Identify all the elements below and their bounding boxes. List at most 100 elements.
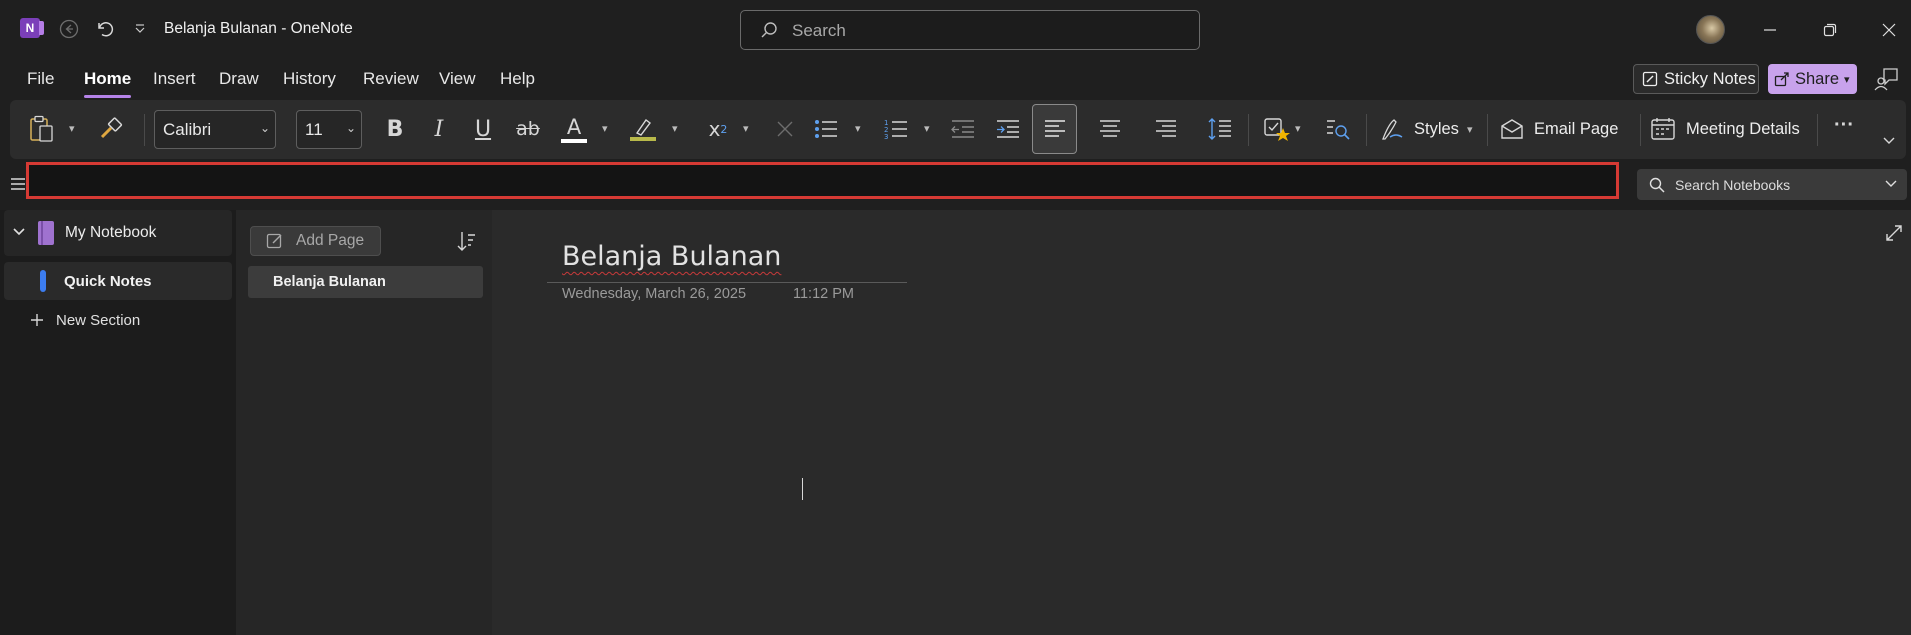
tab-file[interactable]: File (27, 69, 54, 89)
add-page-icon (266, 233, 282, 249)
share-icon (1774, 72, 1789, 87)
page-item[interactable]: Belanja Bulanan (248, 266, 483, 298)
new-section-button[interactable]: New Section (30, 306, 140, 334)
title-bar: N Belanja Bulanan - OneNote Search (0, 0, 1911, 58)
undo-icon[interactable] (91, 16, 117, 42)
highlight-icon[interactable] (628, 112, 658, 146)
feedback-icon[interactable] (1874, 66, 1900, 92)
search-icon (761, 22, 777, 38)
notebook-header[interactable]: My Notebook (4, 210, 232, 256)
tab-insert[interactable]: Insert (153, 69, 196, 89)
search-icon (1649, 177, 1665, 193)
share-button[interactable]: Share ▾ (1768, 64, 1857, 94)
meeting-details-button[interactable]: Meeting Details (1650, 114, 1830, 144)
back-icon[interactable] (56, 16, 82, 42)
align-right-icon[interactable] (1151, 114, 1181, 144)
font-color-dropdown-icon[interactable]: ▾ (602, 122, 608, 135)
new-section-label: New Section (56, 311, 141, 329)
sort-pages-icon[interactable] (456, 230, 476, 252)
page-title[interactable]: Belanja Bulanan (562, 241, 781, 272)
subscript-icon[interactable]: x2 (703, 114, 733, 144)
note-canvas[interactable]: Belanja Bulanan Wednesday, March 26, 202… (492, 210, 1911, 635)
find-tags-icon[interactable] (1323, 114, 1353, 144)
tab-help[interactable]: Help (500, 69, 535, 89)
chevron-down-icon: ⌄ (345, 121, 356, 135)
line-spacing-icon[interactable] (1205, 114, 1235, 144)
font-size-value: 11 (305, 119, 323, 139)
quick-access-dropdown-icon[interactable] (127, 16, 153, 42)
ribbon-separator (1487, 114, 1488, 146)
note-date: Wednesday, March 26, 2025 (562, 286, 747, 302)
tag-icon[interactable] (1262, 114, 1292, 144)
active-tab-indicator (84, 95, 131, 98)
styles-label: Styles (1414, 119, 1459, 138)
bold-icon[interactable]: B (380, 114, 410, 144)
tab-draw[interactable]: Draw (219, 69, 259, 89)
align-left-icon (1044, 120, 1065, 137)
collapse-ribbon-icon[interactable] (1880, 132, 1898, 150)
minimize-icon[interactable] (1756, 16, 1784, 44)
align-center-icon[interactable] (1095, 114, 1125, 144)
ribbon-separator (1366, 114, 1367, 146)
navigation-menu-icon[interactable] (11, 178, 25, 190)
chevron-down-icon: ⌄ (259, 121, 270, 135)
section-item-quick-notes[interactable]: Quick Notes (4, 262, 232, 300)
numbering-dropdown-icon[interactable]: ▾ (924, 122, 930, 135)
align-left-button[interactable] (1032, 104, 1077, 154)
numbering-icon[interactable]: 123 (881, 114, 911, 144)
highlight-dropdown-icon[interactable]: ▾ (672, 122, 678, 135)
close-icon[interactable] (1875, 16, 1903, 44)
search-notebooks-select[interactable]: Search Notebooks (1637, 169, 1907, 200)
tab-home[interactable]: Home (84, 69, 131, 89)
avatar[interactable] (1696, 15, 1725, 44)
notebook-name: My Notebook (65, 224, 157, 241)
italic-icon[interactable]: I (424, 114, 454, 144)
increase-indent-icon[interactable] (993, 114, 1023, 144)
section-color-tab (40, 270, 46, 292)
chevron-down-icon (1885, 177, 1897, 191)
email-icon (1501, 119, 1523, 139)
ribbon-separator (1817, 114, 1818, 146)
text-cursor (802, 478, 803, 500)
tab-history[interactable]: History (283, 69, 336, 89)
font-size-select[interactable]: 11 ⌄ (296, 110, 362, 149)
strikethrough-icon[interactable]: ab (513, 114, 543, 144)
page-label: Belanja Bulanan (273, 274, 386, 290)
email-page-button[interactable]: Email Page (1500, 114, 1630, 144)
font-name-select[interactable]: Calibri ⌄ (154, 110, 276, 149)
paste-dropdown-icon[interactable]: ▾ (69, 122, 75, 135)
tag-dropdown-icon[interactable]: ▾ (1295, 122, 1301, 135)
expand-icon[interactable] (1885, 224, 1903, 242)
paste-icon[interactable] (28, 114, 56, 144)
decrease-indent-icon[interactable] (948, 114, 978, 144)
notebook-icon (38, 221, 54, 245)
chevron-down-icon: ▾ (1466, 123, 1473, 136)
restore-icon[interactable] (1816, 16, 1844, 44)
more-options-icon[interactable]: ··· (1830, 110, 1858, 140)
font-color-icon[interactable]: A (559, 112, 589, 146)
search-input[interactable]: Search (740, 10, 1200, 50)
bullets-icon[interactable] (811, 114, 841, 144)
format-painter-icon[interactable] (98, 116, 124, 142)
window-title: Belanja Bulanan - OneNote (164, 20, 353, 37)
clear-formatting-icon[interactable] (770, 114, 800, 144)
chevron-down-icon[interactable] (13, 227, 25, 237)
tab-review[interactable]: Review (363, 69, 419, 89)
note-time: 11:12 PM (793, 286, 854, 302)
styles-button[interactable]: Styles ▾ (1380, 114, 1476, 144)
add-page-button[interactable]: Add Page (250, 226, 381, 256)
underline-icon[interactable]: U (468, 114, 498, 144)
subscript-dropdown-icon[interactable]: ▾ (743, 122, 749, 135)
svg-text:3: 3 (884, 133, 888, 141)
sticky-notes-button[interactable]: Sticky Notes (1633, 64, 1759, 94)
calendar-icon (1651, 118, 1675, 140)
tab-view[interactable]: View (439, 69, 476, 89)
sticky-note-icon (1642, 71, 1658, 87)
search-placeholder: Search (792, 21, 846, 40)
bullets-dropdown-icon[interactable]: ▾ (855, 122, 861, 135)
search-notebooks-label: Search Notebooks (1675, 176, 1791, 193)
breadcrumb[interactable] (26, 162, 1619, 199)
ribbon-separator (144, 114, 145, 146)
plus-icon (31, 314, 43, 326)
notebook-pane: My Notebook Quick Notes New Section (0, 210, 236, 635)
